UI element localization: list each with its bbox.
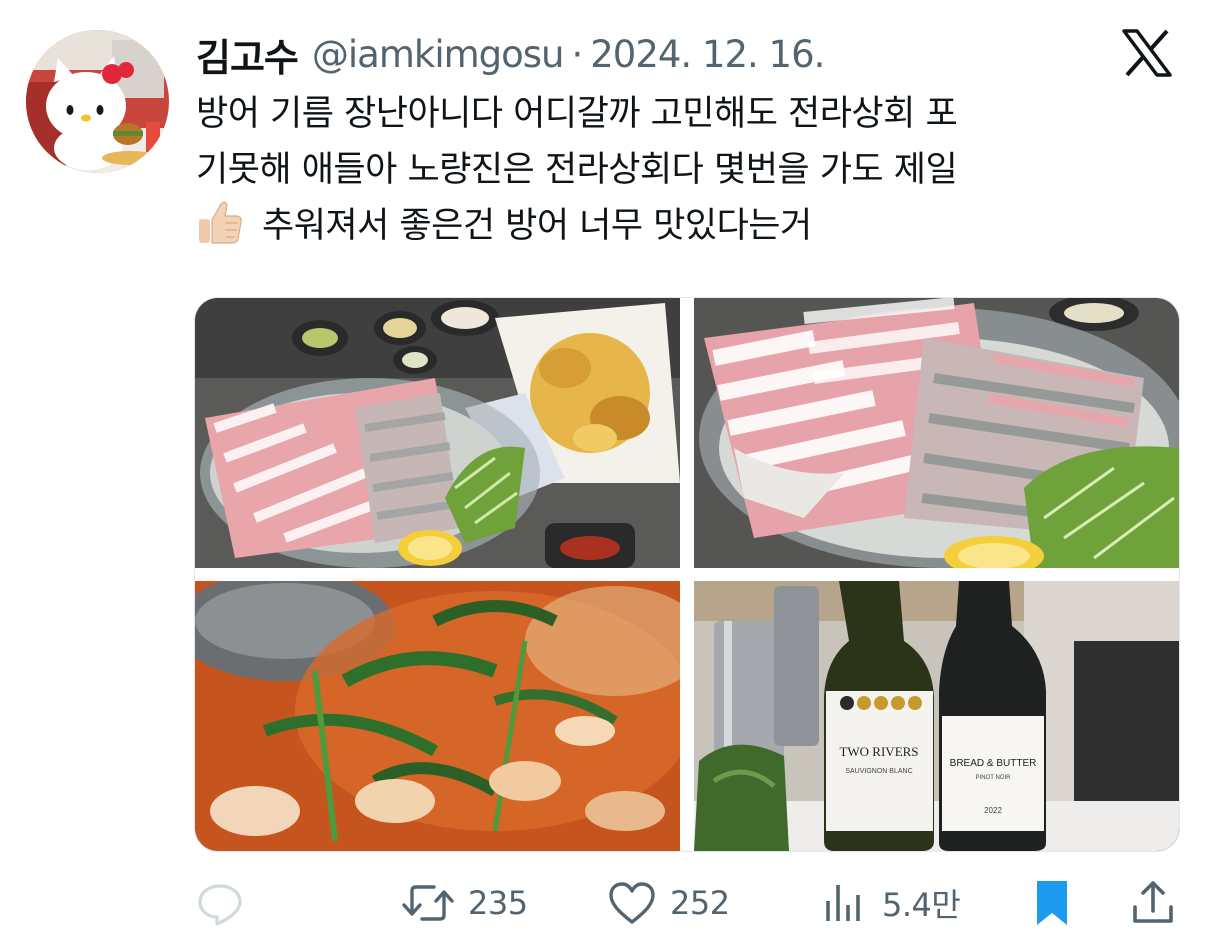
wine-label-two-rivers-sub: SAUVIGNON BLANC <box>845 768 912 775</box>
views-count: 5.4만 <box>882 886 961 924</box>
tweet-text-line-3: 추워져서 좋은건 방어 너무 맛있다는거 <box>196 198 1186 254</box>
author-display-name[interactable]: 김고수 <box>196 27 299 82</box>
tweet-text: 방어 기름 장난아니다 어디갈까 고민해도 전라상회 포 기못해 애들아 노량진… <box>196 86 1186 254</box>
bookmark-button[interactable] <box>1029 875 1075 931</box>
tweet-header: 김고수 @iamkimgosu · 2024. 12. 16. <box>196 26 825 82</box>
photo-sashimi-platter-with-fries[interactable] <box>195 298 680 568</box>
photo-wine-bottles[interactable]: TWO RIVERS SAUVIGNON BLANC BREAD & BUTTE… <box>694 581 1179 851</box>
retweet-count: 235 <box>468 884 528 922</box>
wine-label-bread-butter: BREAD & BUTTER <box>950 758 1037 769</box>
header-separator: · <box>571 32 584 76</box>
thumbs-up-emoji-icon <box>196 199 244 245</box>
reply-button[interactable] <box>194 875 258 931</box>
retweet-button[interactable]: 235 <box>400 875 528 931</box>
bookmark-icon <box>1037 881 1067 925</box>
like-count: 252 <box>670 884 730 922</box>
author-handle[interactable]: @iamkimgosu <box>312 33 565 76</box>
wine-label-bread-butter-year: 2022 <box>984 806 1002 815</box>
wine-label-bread-butter-sub: PINOT NOIR <box>976 775 1012 781</box>
views-icon <box>826 885 860 921</box>
tweet-text-line-1: 방어 기름 장난아니다 어디갈까 고민해도 전라상회 포 <box>196 94 958 134</box>
photo-sashimi-platter-closeup[interactable] <box>694 298 1179 568</box>
views-button[interactable]: 5.4만 <box>818 875 961 931</box>
like-button[interactable]: 252 <box>606 875 730 931</box>
media-grid: TWO RIVERS SAUVIGNON BLANC BREAD & BUTTE… <box>194 297 1180 852</box>
tweet-text-line-3-body: 추워져서 좋은건 방어 너무 맛있다는거 <box>262 206 812 246</box>
tweet-text-line-2: 기못해 애들아 노량진은 전라상회다 몇번을 가도 제일 <box>196 150 958 190</box>
share-icon <box>1133 881 1173 923</box>
share-button[interactable] <box>1127 875 1179 931</box>
avatar[interactable] <box>26 30 169 173</box>
reply-icon <box>198 884 242 926</box>
photo-spicy-fish-stew[interactable] <box>195 581 680 851</box>
x-logo-icon[interactable] <box>1122 28 1172 78</box>
heart-icon <box>609 882 655 924</box>
retweet-icon <box>402 885 454 921</box>
wine-label-two-rivers: TWO RIVERS <box>839 744 918 759</box>
hello-kitty-avatar-icon <box>26 30 169 173</box>
tweet-date[interactable]: 2024. 12. 16. <box>590 33 825 76</box>
tweet-actions: 235 252 5.4만 <box>194 875 1184 931</box>
